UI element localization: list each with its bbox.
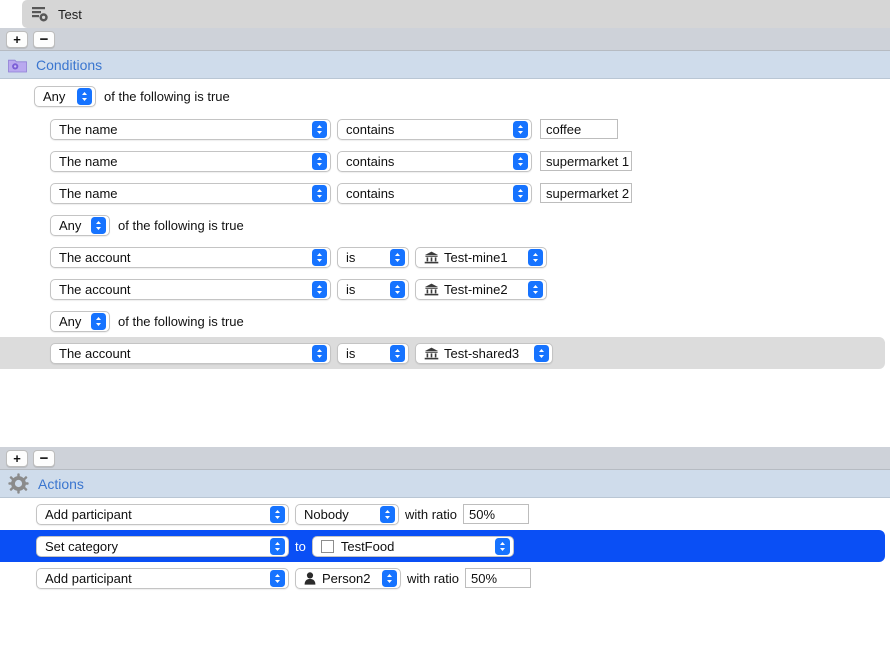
- condition-value-field[interactable]: supermarket 2: [540, 183, 632, 203]
- condition-criterion-popup[interactable]: The name: [50, 183, 331, 204]
- chevron-updown-icon: [312, 249, 327, 266]
- chevron-updown-icon: [312, 345, 327, 362]
- bank-icon: [424, 283, 439, 296]
- chevron-updown-icon: [91, 313, 106, 330]
- actions-header-label: Actions: [38, 476, 84, 492]
- condition-value-field[interactable]: supermarket 1: [540, 151, 632, 171]
- action-row[interactable]: Add participant Person2 with ratio 50%: [0, 562, 890, 594]
- add-action-button[interactable]: +: [6, 450, 28, 467]
- group-match-suffix: of the following is true: [104, 89, 230, 104]
- conditions-section-header: Conditions: [0, 51, 890, 79]
- condition-group-match-row: Any of the following is true: [0, 209, 890, 241]
- condition-account-popup[interactable]: Test-shared3: [415, 343, 553, 364]
- remove-action-button[interactable]: −: [33, 450, 55, 467]
- group-match-suffix: of the following is true: [118, 314, 244, 329]
- actions-body: Add participant Nobody with ratio 50% Se…: [0, 498, 890, 594]
- condition-row[interactable]: The name contains supermarket 2: [0, 177, 890, 209]
- category-color-swatch: [321, 540, 334, 553]
- person-icon: [304, 572, 316, 585]
- window-titlebar: Test: [0, 0, 890, 28]
- chevron-updown-icon: [528, 281, 543, 298]
- conditions-header-label: Conditions: [36, 57, 102, 73]
- chevron-updown-icon: [534, 345, 549, 362]
- gray-gear-icon: [8, 473, 29, 494]
- condition-group-match-row: Any of the following is true: [0, 79, 890, 113]
- chevron-updown-icon: [495, 538, 510, 555]
- condition-value-field[interactable]: coffee: [540, 119, 618, 139]
- chevron-updown-icon: [390, 281, 405, 298]
- conditions-body: Any of the following is true The name co…: [0, 79, 890, 447]
- action-participant-popup[interactable]: Nobody: [295, 504, 399, 525]
- condition-operator-popup[interactable]: is: [337, 247, 409, 268]
- rule-title-chip[interactable]: Test: [22, 0, 890, 28]
- condition-operator-popup[interactable]: is: [337, 343, 409, 364]
- action-connector-label: with ratio: [407, 571, 459, 586]
- action-row-selected[interactable]: Set category to TestFood: [0, 530, 885, 562]
- condition-operator-popup[interactable]: contains: [337, 119, 532, 140]
- condition-operator-popup[interactable]: contains: [337, 183, 532, 204]
- rules-icon: [32, 7, 49, 22]
- actions-section-header: Actions: [0, 470, 890, 498]
- condition-operator-popup[interactable]: contains: [337, 151, 532, 172]
- purple-folder-gear-icon: [8, 57, 27, 73]
- action-type-popup[interactable]: Add participant: [36, 504, 289, 525]
- chevron-updown-icon: [312, 281, 327, 298]
- action-category-popup[interactable]: TestFood: [312, 536, 514, 557]
- action-row[interactable]: Add participant Nobody with ratio 50%: [0, 498, 890, 530]
- condition-row[interactable]: The name contains supermarket 1: [0, 145, 890, 177]
- chevron-updown-icon: [91, 217, 106, 234]
- chevron-updown-icon: [270, 506, 285, 523]
- condition-criterion-popup[interactable]: The account: [50, 247, 331, 268]
- chevron-updown-icon: [513, 121, 528, 138]
- chevron-updown-icon: [513, 185, 528, 202]
- condition-criterion-popup[interactable]: The name: [50, 151, 331, 172]
- condition-criterion-popup[interactable]: The account: [50, 279, 331, 300]
- chevron-updown-icon: [528, 249, 543, 266]
- remove-condition-button[interactable]: −: [33, 31, 55, 48]
- condition-row-selected[interactable]: The account is Test-shared3: [0, 337, 885, 369]
- action-connector-label: with ratio: [405, 507, 457, 522]
- action-ratio-field[interactable]: 50%: [463, 504, 529, 524]
- chevron-updown-icon: [270, 538, 285, 555]
- condition-group-match-row: Any of the following is true: [0, 305, 890, 337]
- group-match-popup[interactable]: Any: [50, 311, 110, 332]
- condition-row[interactable]: The account is Test-mine2: [0, 273, 890, 305]
- chevron-updown-icon: [513, 153, 528, 170]
- chevron-updown-icon: [312, 185, 327, 202]
- actions-toolbar: + −: [0, 447, 890, 470]
- group-match-popup[interactable]: Any: [50, 215, 110, 236]
- condition-criterion-popup[interactable]: The account: [50, 343, 331, 364]
- conditions-toolbar: + −: [0, 28, 890, 51]
- chevron-updown-icon: [382, 570, 397, 587]
- chevron-updown-icon: [77, 88, 92, 105]
- chevron-updown-icon: [312, 153, 327, 170]
- action-participant-popup[interactable]: Person2: [295, 568, 401, 589]
- group-match-suffix: of the following is true: [118, 218, 244, 233]
- add-condition-button[interactable]: +: [6, 31, 28, 48]
- action-connector-label: to: [295, 539, 306, 554]
- chevron-updown-icon: [390, 249, 405, 266]
- action-type-popup[interactable]: Add participant: [36, 568, 289, 589]
- action-ratio-field[interactable]: 50%: [465, 568, 531, 588]
- condition-row[interactable]: The name contains coffee: [0, 113, 890, 145]
- condition-account-popup[interactable]: Test-mine2: [415, 279, 547, 300]
- bank-icon: [424, 347, 439, 360]
- chevron-updown-icon: [390, 345, 405, 362]
- action-type-popup[interactable]: Set category: [36, 536, 289, 557]
- chevron-updown-icon: [270, 570, 285, 587]
- chevron-updown-icon: [380, 506, 395, 523]
- condition-account-popup[interactable]: Test-mine1: [415, 247, 547, 268]
- group-match-popup[interactable]: Any: [34, 86, 96, 107]
- condition-criterion-popup[interactable]: The name: [50, 119, 331, 140]
- condition-row[interactable]: The account is Test-mine1: [0, 241, 890, 273]
- rule-title-label: Test: [58, 7, 82, 22]
- bank-icon: [424, 251, 439, 264]
- condition-operator-popup[interactable]: is: [337, 279, 409, 300]
- conditions-empty-space: [0, 369, 890, 447]
- chevron-updown-icon: [312, 121, 327, 138]
